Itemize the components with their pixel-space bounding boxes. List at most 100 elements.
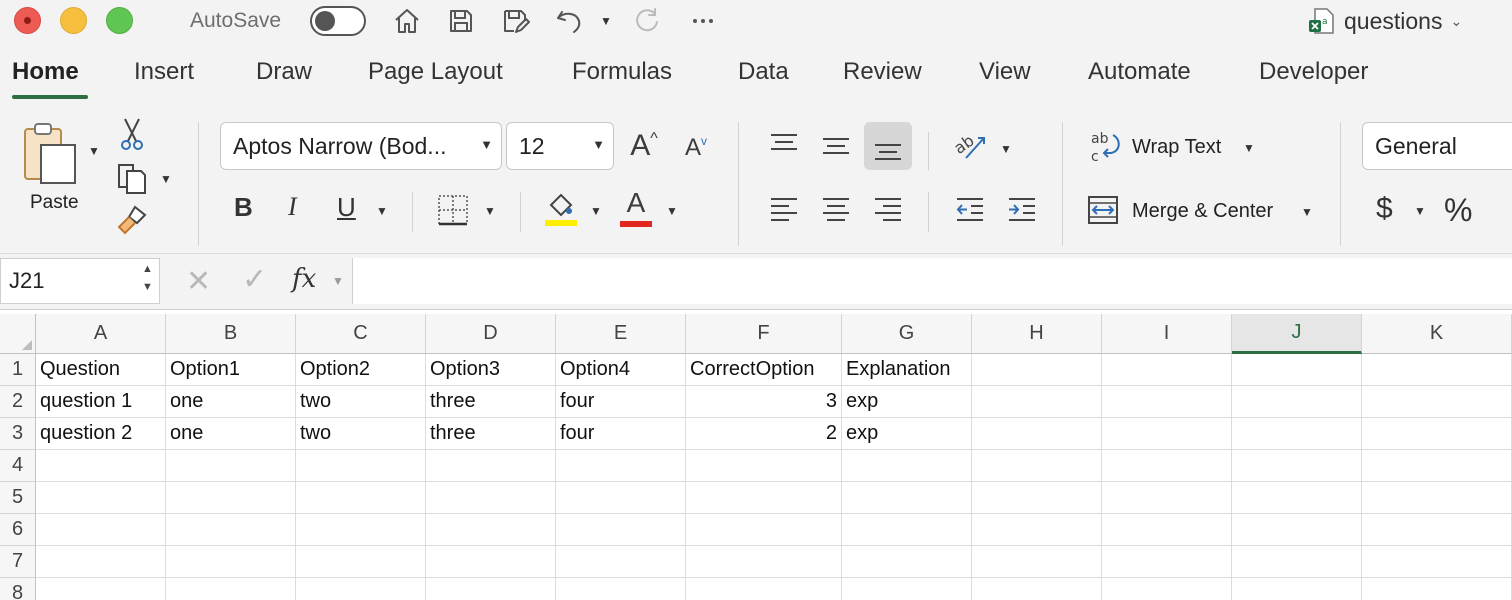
cell-g1[interactable]: Explanation bbox=[842, 354, 972, 386]
column-header-d[interactable]: D bbox=[426, 314, 556, 354]
cell-a7[interactable] bbox=[36, 546, 166, 578]
cell-c5[interactable] bbox=[296, 482, 426, 514]
cell-c7[interactable] bbox=[296, 546, 426, 578]
borders-chevron-down-icon[interactable]: ▼ bbox=[484, 204, 496, 218]
cell-b8[interactable] bbox=[166, 578, 296, 600]
cell-h3[interactable] bbox=[972, 418, 1102, 450]
shrink-font-button[interactable]: Av bbox=[678, 130, 714, 166]
cut-icon[interactable] bbox=[116, 116, 148, 152]
cell-b5[interactable] bbox=[166, 482, 296, 514]
column-header-i[interactable]: I bbox=[1102, 314, 1232, 354]
cell-j3[interactable] bbox=[1232, 418, 1362, 450]
cell-d8[interactable] bbox=[426, 578, 556, 600]
currency-button[interactable]: $ bbox=[1376, 192, 1393, 226]
cell-i1[interactable] bbox=[1102, 354, 1232, 386]
cell-e1[interactable]: Option4 bbox=[556, 354, 686, 386]
tab-view[interactable]: View bbox=[979, 58, 1031, 86]
cell-h5[interactable] bbox=[972, 482, 1102, 514]
paste-icon[interactable] bbox=[20, 120, 80, 186]
currency-chevron-down-icon[interactable]: ▼ bbox=[1414, 204, 1426, 218]
cell-e2[interactable]: four bbox=[556, 386, 686, 418]
cell-k5[interactable] bbox=[1362, 482, 1512, 514]
cell-f4[interactable] bbox=[686, 450, 842, 482]
column-header-k[interactable]: K bbox=[1362, 314, 1512, 354]
wrap-text-chevron-down-icon[interactable]: ▼ bbox=[1243, 141, 1255, 155]
cell-a8[interactable] bbox=[36, 578, 166, 600]
cell-j8[interactable] bbox=[1232, 578, 1362, 600]
cell-g6[interactable] bbox=[842, 514, 972, 546]
cell-c2[interactable]: two bbox=[296, 386, 426, 418]
cell-g3[interactable]: exp bbox=[842, 418, 972, 450]
cell-a1[interactable]: Question bbox=[36, 354, 166, 386]
chevron-down-icon[interactable]: ▼ bbox=[332, 274, 344, 288]
tab-developer[interactable]: Developer bbox=[1259, 58, 1368, 86]
cell-j6[interactable] bbox=[1232, 514, 1362, 546]
cell-f5[interactable] bbox=[686, 482, 842, 514]
cell-b6[interactable] bbox=[166, 514, 296, 546]
tab-data[interactable]: Data bbox=[738, 58, 789, 86]
cell-d4[interactable] bbox=[426, 450, 556, 482]
cell-j4[interactable] bbox=[1232, 450, 1362, 482]
close-window-button[interactable] bbox=[14, 7, 41, 34]
column-header-j[interactable]: J bbox=[1232, 314, 1362, 354]
copy-icon[interactable] bbox=[114, 160, 150, 196]
align-middle-icon[interactable] bbox=[818, 128, 854, 164]
cell-h6[interactable] bbox=[972, 514, 1102, 546]
underline-chevron-down-icon[interactable]: ▼ bbox=[376, 204, 388, 218]
row-header-3[interactable]: 3 bbox=[0, 418, 36, 450]
font-size-dropdown[interactable]: 12 ▼ bbox=[506, 122, 614, 170]
cell-d1[interactable]: Option3 bbox=[426, 354, 556, 386]
name-box-stepper[interactable]: ▲ ▼ bbox=[142, 260, 153, 296]
cell-h2[interactable] bbox=[972, 386, 1102, 418]
orientation-icon[interactable]: ab bbox=[950, 126, 990, 166]
cell-d2[interactable]: three bbox=[426, 386, 556, 418]
grow-font-button[interactable]: A ^ bbox=[624, 126, 664, 166]
formula-input[interactable] bbox=[352, 258, 1512, 304]
tab-formulas[interactable]: Formulas bbox=[572, 58, 672, 86]
cell-e7[interactable] bbox=[556, 546, 686, 578]
column-header-f[interactable]: F bbox=[686, 314, 842, 354]
more-icon[interactable] bbox=[686, 4, 720, 38]
row-header-6[interactable]: 6 bbox=[0, 514, 36, 546]
format-painter-icon[interactable] bbox=[114, 204, 150, 238]
tab-draw[interactable]: Draw bbox=[256, 58, 312, 86]
cell-f8[interactable] bbox=[686, 578, 842, 600]
tab-automate[interactable]: Automate bbox=[1088, 58, 1191, 86]
undo-icon[interactable] bbox=[552, 4, 586, 38]
align-center-icon[interactable] bbox=[818, 192, 854, 228]
cell-c6[interactable] bbox=[296, 514, 426, 546]
autosave-toggle[interactable] bbox=[310, 6, 366, 36]
cell-i5[interactable] bbox=[1102, 482, 1232, 514]
cell-k1[interactable] bbox=[1362, 354, 1512, 386]
tab-home[interactable]: Home bbox=[12, 58, 79, 86]
column-header-h[interactable]: H bbox=[972, 314, 1102, 354]
row-header-8[interactable]: 8 bbox=[0, 578, 36, 600]
home-icon[interactable] bbox=[390, 4, 424, 38]
italic-button[interactable]: I bbox=[288, 192, 297, 222]
cell-g8[interactable] bbox=[842, 578, 972, 600]
cell-k4[interactable] bbox=[1362, 450, 1512, 482]
font-color-button[interactable]: A bbox=[618, 188, 654, 228]
tab-insert[interactable]: Insert bbox=[134, 58, 194, 86]
cell-j7[interactable] bbox=[1232, 546, 1362, 578]
cell-i3[interactable] bbox=[1102, 418, 1232, 450]
cell-j1[interactable] bbox=[1232, 354, 1362, 386]
font-name-dropdown[interactable]: Aptos Narrow (Bod... ▼ bbox=[220, 122, 502, 170]
save-as-icon[interactable] bbox=[498, 4, 532, 38]
cell-k3[interactable] bbox=[1362, 418, 1512, 450]
cell-a3[interactable]: question 2 bbox=[36, 418, 166, 450]
paste-label[interactable]: Paste bbox=[30, 192, 79, 214]
cell-k6[interactable] bbox=[1362, 514, 1512, 546]
wrap-text-icon[interactable]: ab c bbox=[1088, 128, 1124, 166]
cell-f7[interactable] bbox=[686, 546, 842, 578]
name-box[interactable]: J21 bbox=[0, 258, 160, 304]
cell-f1[interactable]: CorrectOption bbox=[686, 354, 842, 386]
cell-e4[interactable] bbox=[556, 450, 686, 482]
cell-e6[interactable] bbox=[556, 514, 686, 546]
cell-e5[interactable] bbox=[556, 482, 686, 514]
align-top-icon[interactable] bbox=[766, 126, 802, 162]
cell-j2[interactable] bbox=[1232, 386, 1362, 418]
underline-button[interactable]: U bbox=[337, 192, 356, 223]
cell-d3[interactable]: three bbox=[426, 418, 556, 450]
percent-button[interactable]: % bbox=[1444, 192, 1472, 229]
